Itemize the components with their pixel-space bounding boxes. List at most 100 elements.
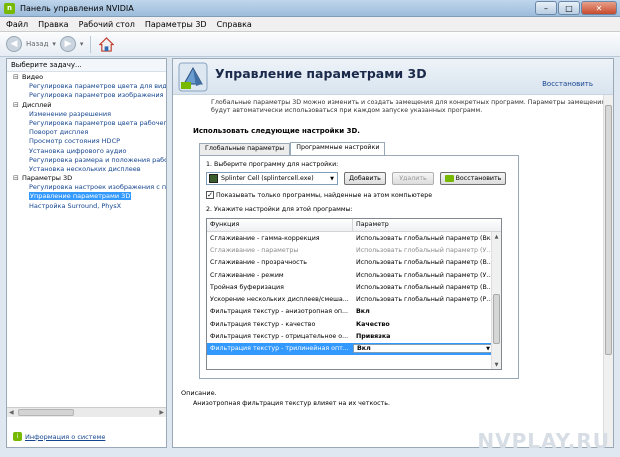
restore-button-label: Восстановить	[455, 175, 502, 182]
description-label: Описание.	[181, 389, 217, 397]
forward-button[interactable]: ▶	[59, 36, 76, 52]
tree-item-rotate[interactable]: Поворот дисплея	[9, 128, 166, 137]
row-parameter-dropdown[interactable]: Вкл ▼	[353, 344, 493, 354]
program-icon	[209, 174, 218, 183]
step1-label: 1. Выберите программу для настройки:	[206, 161, 339, 168]
arrow-left-icon: ◀	[10, 39, 18, 49]
add-button[interactable]: Добавить	[344, 172, 386, 185]
back-dropdown-icon[interactable]: ▾	[52, 40, 56, 48]
scroll-up-icon[interactable]: ▲	[492, 232, 501, 241]
row-function: Фильтрация текстур - анизотропная оп...	[210, 308, 349, 316]
header-parameter[interactable]: Параметр	[353, 219, 493, 231]
tree-group-3d[interactable]: Параметры 3D	[9, 174, 166, 183]
close-button[interactable]: ✕	[581, 1, 617, 15]
tree-group-video[interactable]: Видео	[9, 73, 166, 82]
table-row[interactable]: Фильтрация текстур - анизотропная оп... В…	[207, 306, 501, 318]
checkbox-checked-icon: ✓	[206, 191, 214, 199]
program-select[interactable]: Splinter Cell (splintercell.exe) ▼	[206, 172, 338, 185]
delete-button[interactable]: Удалить	[392, 172, 434, 185]
back-button[interactable]: ◀	[6, 36, 22, 52]
page-banner: Управление параметрами 3D Восстановить	[173, 59, 613, 95]
scroll-right-icon[interactable]: ▶	[159, 409, 164, 416]
tree-item-hdcp[interactable]: Просмотр состояния HDCP	[9, 137, 166, 146]
header-function[interactable]: Функция	[207, 219, 353, 231]
menu-help[interactable]: Справка	[217, 20, 252, 29]
scroll-down-icon[interactable]: ▼	[492, 360, 501, 369]
table-row[interactable]: Сглаживание - режим Использовать глобальн…	[207, 269, 501, 281]
3d-settings-icon	[178, 62, 208, 92]
tab-global-settings[interactable]: Глобальные параметры	[199, 143, 291, 155]
tree-item-video-image[interactable]: Регулировка параметров изображения д	[9, 91, 166, 100]
tree-item-manage-3d[interactable]: Управление параметрами 3D	[9, 192, 166, 201]
info-icon: i	[13, 432, 22, 441]
minimize-button[interactable]: –	[535, 1, 557, 15]
main-scroll-thumb[interactable]	[605, 105, 612, 355]
system-info: i Информация о системе	[13, 432, 105, 441]
table-row[interactable]: Фильтрация текстур - качество Качество	[207, 318, 501, 330]
home-button[interactable]	[98, 36, 114, 52]
toolbar: ◀ Назад ▾ ▶ ▾	[0, 32, 620, 57]
row-function: Фильтрация текстур - трилинейная опт...	[210, 345, 349, 353]
menu-file[interactable]: Файл	[6, 20, 28, 29]
row-parameter: Привязка	[356, 333, 391, 341]
title-bar: n Панель управления NVIDIA – □ ✕	[0, 0, 620, 17]
row-function: Фильтрация текстур - качество	[210, 320, 316, 328]
grid-scrollbar[interactable]: ▲ ▼	[491, 232, 501, 369]
row-parameter: Использовать глобальный параметр (У...	[356, 246, 493, 254]
scroll-thumb[interactable]	[18, 409, 74, 416]
menu-edit[interactable]: Правка	[38, 20, 68, 29]
table-row[interactable]: Ускорение нескольких дисплеев/смеша... Ис…	[207, 293, 501, 305]
scroll-left-icon[interactable]: ◀	[9, 409, 14, 416]
row-function: Фильтрация текстур - отрицательное о...	[210, 333, 349, 341]
menu-desktop[interactable]: Рабочий стол	[79, 20, 135, 29]
step2-label: 2. Укажите настройки для этой программы:	[206, 206, 353, 213]
row-function: Сглаживание - прозрачность	[210, 259, 307, 267]
tree-item-resolution[interactable]: Изменение разрешения	[9, 110, 166, 119]
tree-item-desktop-size[interactable]: Регулировка размера и положения рабо	[9, 156, 166, 165]
program-select-value: Splinter Cell (splintercell.exe)	[221, 175, 314, 182]
arrow-right-icon: ▶	[64, 39, 72, 49]
nvidia-logo-icon	[444, 175, 454, 182]
tree-item-surround-physx[interactable]: Настройка Surround, PhysX	[9, 202, 166, 211]
table-row[interactable]: Сглаживание - прозрачность Использовать г…	[207, 257, 501, 269]
tree-item-digital-audio[interactable]: Установка цифрового аудио	[9, 147, 166, 156]
row-parameter: Вкл	[357, 345, 371, 353]
tree-group-display[interactable]: Дисплей	[9, 101, 166, 110]
home-icon	[98, 36, 114, 52]
system-info-link[interactable]: Информация о системе	[25, 433, 105, 441]
maximize-button[interactable]: □	[558, 1, 580, 15]
checkbox-label: Показывать только программы, найденные н…	[216, 191, 433, 199]
tree-item-3d-preview[interactable]: Регулировка настроек изображения с пр	[9, 183, 166, 192]
row-function: Ускорение нескольких дисплеев/смеша...	[210, 296, 349, 304]
table-row[interactable]: Тройная буферизация Использовать глобальн…	[207, 281, 501, 293]
main-panel: Управление параметрами 3D Восстановить Г…	[172, 58, 614, 448]
menu-bar: Файл Правка Рабочий стол Параметры 3D Сп…	[0, 17, 620, 32]
table-row-selected[interactable]: Фильтрация текстур - трилинейная опт... В…	[207, 342, 501, 355]
row-parameter: Использовать глобальный параметр (Р...	[356, 296, 493, 304]
main-scrollbar[interactable]	[603, 95, 613, 447]
table-row[interactable]: Сглаживание - гамма-коррекция Использоват…	[207, 232, 501, 244]
row-function: Сглаживание - режим	[210, 271, 284, 279]
grid-scroll-thumb[interactable]	[493, 294, 500, 344]
tab-program-settings[interactable]: Программные настройки	[290, 142, 386, 155]
toolbar-separator	[90, 35, 92, 53]
tree-item-desktop-color[interactable]: Регулировка параметров цвета рабочег	[9, 119, 166, 128]
restore-defaults-link[interactable]: Восстановить	[542, 80, 593, 88]
menu-3d-settings[interactable]: Параметры 3D	[145, 20, 207, 29]
task-panel: Выберите задачу... Видео Регулировка пар…	[6, 58, 167, 448]
forward-dropdown-icon[interactable]: ▾	[80, 40, 84, 48]
horizontal-scrollbar[interactable]: ◀ ▶	[7, 407, 166, 417]
tree-item-video-color[interactable]: Регулировка параметров цвета для вид	[9, 82, 166, 91]
page-title: Управление параметрами 3D	[215, 66, 427, 81]
settings-tabs: Глобальные параметры Программные настрой…	[199, 142, 386, 155]
show-found-only-checkbox[interactable]: ✓ Показывать только программы, найденные…	[206, 191, 432, 199]
back-label: Назад	[26, 40, 49, 48]
tree-item-multi-display[interactable]: Установка нескольких дисплеев	[9, 165, 166, 174]
restore-button[interactable]: Восстановить	[440, 172, 506, 185]
table-row[interactable]: Сглаживание - параметры Использовать глоб…	[207, 244, 501, 256]
row-parameter: Использовать глобальный параметр (В...	[356, 259, 493, 267]
nvidia-logo-icon: n	[4, 2, 15, 14]
task-panel-header: Выберите задачу...	[7, 59, 166, 72]
row-parameter: Использовать глобальный параметр (У...	[356, 271, 493, 279]
table-row[interactable]: Фильтрация текстур - отрицательное о... П…	[207, 330, 501, 342]
